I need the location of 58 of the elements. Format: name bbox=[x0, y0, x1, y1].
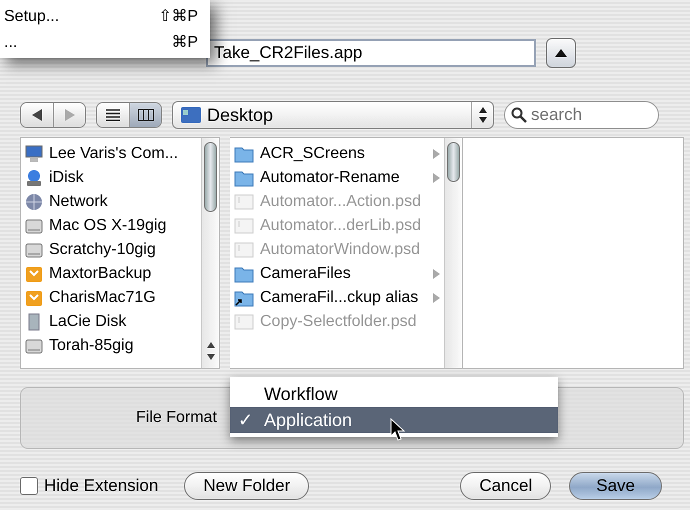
back-button[interactable] bbox=[21, 103, 53, 127]
disclosure-arrow-icon bbox=[433, 149, 440, 159]
disclosure-arrow-icon bbox=[433, 269, 440, 279]
disclosure-arrow-icon bbox=[433, 293, 440, 303]
sidebar-item[interactable]: Lee Varis's Com... bbox=[21, 142, 201, 166]
scroll-bar[interactable] bbox=[201, 138, 219, 368]
search-field[interactable]: search bbox=[504, 101, 659, 129]
disclosure-arrow-icon bbox=[433, 173, 440, 183]
menu-option[interactable]: ✓ Application bbox=[230, 407, 558, 433]
file-format-label: File Format bbox=[136, 408, 217, 428]
globe-icon bbox=[25, 193, 43, 211]
folder-icon bbox=[234, 265, 254, 283]
dialog-button[interactable]: Cancel bbox=[460, 472, 552, 500]
dialog-button[interactable]: New Folder bbox=[184, 472, 310, 500]
external-drive-icon bbox=[25, 289, 43, 307]
hard-drive-icon bbox=[25, 241, 43, 259]
sidebar-item[interactable]: CharisMac71G bbox=[21, 286, 201, 310]
file-item[interactable]: ACR_SCreens bbox=[230, 142, 444, 166]
desktop-icon bbox=[181, 107, 201, 123]
image-file-icon bbox=[234, 313, 254, 331]
file-item[interactable]: CameraFiles bbox=[230, 262, 444, 286]
checkbox[interactable] bbox=[20, 477, 38, 495]
location-popup[interactable]: Desktop bbox=[172, 101, 494, 129]
list-view-button[interactable] bbox=[97, 103, 129, 127]
hard-drive-icon bbox=[25, 337, 43, 355]
column-view-icon bbox=[138, 109, 154, 121]
sidebar-item[interactable]: Scratchy-10gig bbox=[21, 238, 201, 262]
columns-view-button[interactable] bbox=[129, 103, 161, 127]
hide-extension-label: Hide Extension bbox=[44, 475, 158, 498]
folder-icon bbox=[234, 169, 254, 187]
image-file-icon bbox=[234, 217, 254, 235]
image-file-icon bbox=[234, 241, 254, 259]
save-as-field[interactable]: Take_CR2Files.app bbox=[206, 38, 536, 66]
expand-icon bbox=[555, 48, 567, 56]
back-icon bbox=[32, 109, 42, 121]
sidebar-item[interactable]: MaxtorBackup bbox=[21, 262, 201, 286]
menu-option[interactable]: Workflow bbox=[230, 381, 558, 407]
image-file-icon bbox=[234, 193, 254, 211]
sidebar-item[interactable]: Network bbox=[21, 190, 201, 214]
scroll-bar[interactable] bbox=[444, 138, 462, 368]
dialog-button[interactable]: Save bbox=[569, 472, 662, 500]
expand-button[interactable] bbox=[546, 38, 576, 68]
external-drive-icon bbox=[25, 265, 43, 283]
folder-icon bbox=[234, 145, 254, 163]
file-item[interactable]: Automator-Rename bbox=[230, 166, 444, 190]
sidebar-item[interactable]: Torah-85gig bbox=[21, 334, 201, 358]
list-view-icon bbox=[106, 109, 120, 121]
computer-icon bbox=[25, 145, 43, 163]
up-down-arrows-icon bbox=[478, 107, 486, 123]
menu-item[interactable]: Setup... ⇧⌘P bbox=[0, 4, 210, 30]
sidebar-item[interactable]: iDisk bbox=[21, 166, 201, 190]
folder-alias-icon bbox=[234, 289, 254, 307]
globe-disk-icon bbox=[25, 169, 43, 187]
sidebar-item[interactable]: Mac OS X-19gig bbox=[21, 214, 201, 238]
sidebar-item[interactable]: LaCie Disk bbox=[21, 310, 201, 334]
hard-drive-icon bbox=[25, 217, 43, 235]
file-item[interactable]: CameraFil...ckup alias bbox=[230, 286, 444, 310]
forward-icon bbox=[64, 109, 74, 121]
